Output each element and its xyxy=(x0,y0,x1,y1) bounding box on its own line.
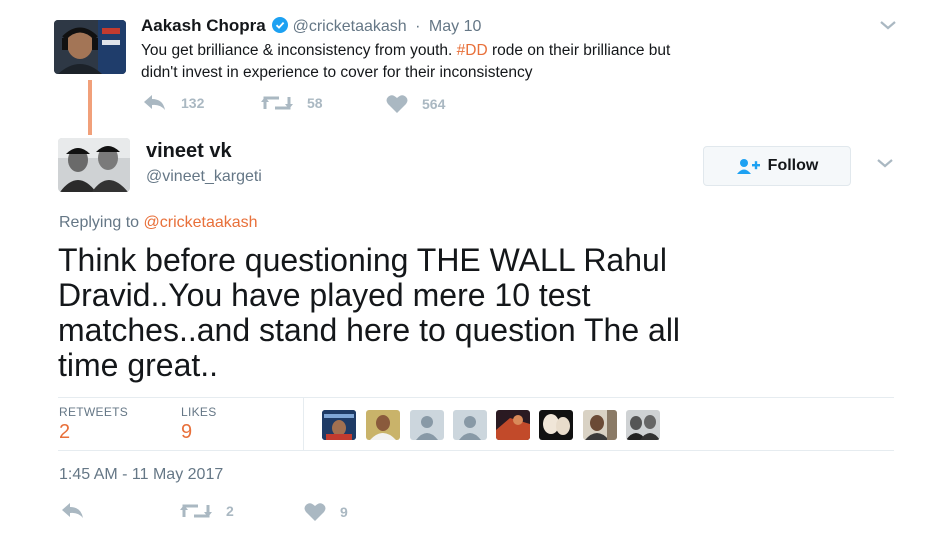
main-text-line3: matches..and stand here to question The … xyxy=(58,312,681,348)
parent-text-line1: You get brilliance & inconsistency from … xyxy=(141,42,671,59)
parent-retweet-button[interactable]: 58 xyxy=(261,94,323,112)
reply-icon xyxy=(144,95,165,110)
parent-date[interactable]: May 10 xyxy=(429,18,481,35)
liker-avatar[interactable] xyxy=(366,410,400,440)
replying-to-link[interactable]: @cricketaakash xyxy=(144,214,258,231)
follow-button-label: Follow xyxy=(767,157,819,174)
follow-button[interactable]: Follow xyxy=(703,146,851,186)
liker-avatar[interactable] xyxy=(539,410,573,440)
replying-to: Replying to @cricketaakash xyxy=(59,214,258,231)
main-like-button[interactable]: 9 xyxy=(304,502,348,521)
retweets-value[interactable]: 2 xyxy=(59,421,70,444)
liker-avatar[interactable] xyxy=(626,410,660,440)
follow-person-icon xyxy=(736,159,760,174)
retweet-icon xyxy=(180,504,212,518)
tweet-timestamp[interactable]: 1:45 AM - 11 May 2017 xyxy=(59,466,223,484)
main-text-line2: Dravid..You have played mere 10 test xyxy=(58,277,591,313)
main-reply-button[interactable] xyxy=(61,502,85,520)
parent-header: Aakash Chopra @cricketaakash · May 10 xyxy=(141,16,481,38)
reply-icon xyxy=(62,503,83,518)
retweets-label[interactable]: RETWEETS xyxy=(59,405,128,419)
parent-separator: · xyxy=(415,18,421,35)
parent-like-button[interactable]: 564 xyxy=(386,94,445,113)
verified-icon xyxy=(272,17,289,38)
main-more-chevron-icon[interactable] xyxy=(876,157,894,169)
stats-bottom-divider xyxy=(58,450,894,451)
liker-avatar-default[interactable] xyxy=(410,410,444,440)
main-text-line1: Think before questioning THE WALL Rahul xyxy=(58,242,667,278)
likes-value[interactable]: 9 xyxy=(181,421,192,444)
stats-vertical-divider xyxy=(303,398,304,450)
thread-connector-line xyxy=(88,80,92,135)
heart-icon xyxy=(386,95,408,113)
liker-avatar-default[interactable] xyxy=(453,410,487,440)
parent-reply-button[interactable]: 132 xyxy=(143,94,204,112)
heart-icon xyxy=(304,503,326,521)
main-author-name[interactable]: vineet vk xyxy=(146,140,232,163)
retweet-icon xyxy=(261,96,293,110)
parent-author-handle[interactable]: @cricketaakash xyxy=(293,18,407,35)
stats-top-divider xyxy=(58,397,894,398)
parent-avatar[interactable] xyxy=(54,20,126,74)
parent-text-line2: didn't invest in experience to cover for… xyxy=(141,64,533,81)
liker-avatar[interactable] xyxy=(496,410,530,440)
liker-avatar[interactable] xyxy=(583,410,617,440)
main-text-line4: time great.. xyxy=(58,347,219,383)
main-avatar[interactable] xyxy=(58,138,130,192)
parent-author-name[interactable]: Aakash Chopra xyxy=(141,16,266,35)
main-retweet-button[interactable]: 2 xyxy=(180,502,234,520)
likes-label[interactable]: LIKES xyxy=(181,405,217,419)
parent-more-chevron-icon[interactable] xyxy=(879,19,897,31)
hashtag-link[interactable]: #DD xyxy=(457,42,488,59)
main-author-handle[interactable]: @vineet_kargeti xyxy=(146,168,262,186)
liker-avatar[interactable] xyxy=(322,410,356,440)
parent-tweet-text: You get brilliance & inconsistency from … xyxy=(141,40,670,84)
main-tweet-text: Think before questioning THE WALL Rahul … xyxy=(58,243,680,383)
